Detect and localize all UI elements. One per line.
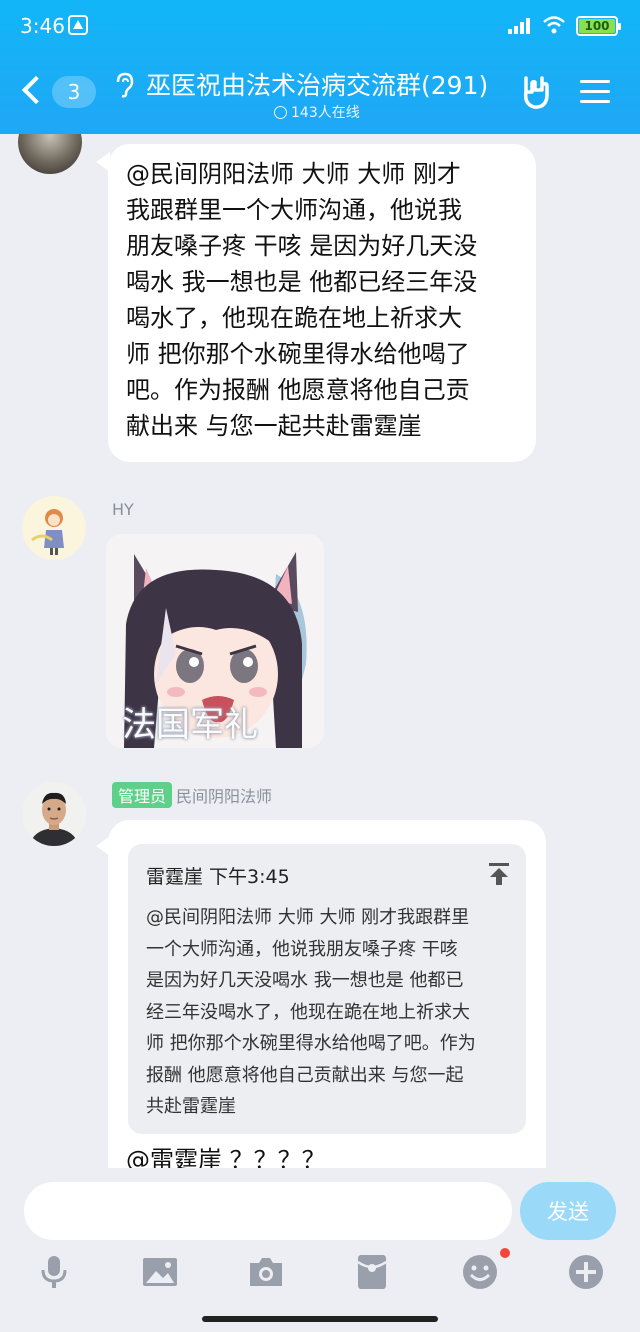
- send-button[interactable]: 发送: [520, 1182, 616, 1240]
- app-notification-icon: [68, 15, 88, 35]
- menu-icon[interactable]: [580, 78, 610, 106]
- quoted-message[interactable]: 雷霆崖 下午3:45 @民间阴阳法师 大师 大师 刚才我跟群里 一个大师沟通，他…: [128, 844, 526, 1134]
- jump-to-top-icon[interactable]: [488, 862, 510, 886]
- sticker-image[interactable]: 法国军礼: [106, 534, 324, 748]
- chat-header: 3:46 100 3 巫医祝由法术治病交流群(291) 143人在线: [0, 0, 640, 134]
- image-icon[interactable]: [140, 1252, 180, 1292]
- message-list[interactable]: @民间阴阳法师 大师 大师 刚才 我跟群里一个大师沟通，他说我 朋友嗓子疼 干咳…: [0, 134, 640, 1168]
- quote-header: 雷霆崖 下午3:45: [146, 866, 290, 888]
- message-text: @雷霆崖 ？？？？: [126, 1146, 326, 1168]
- quote-text: @民间阴阳法师 大师 大师 刚才我跟群里 一个大师沟通，他说我朋友嗓子疼 干咳 …: [146, 907, 476, 1117]
- avatar[interactable]: [22, 496, 86, 560]
- red-packet-icon[interactable]: [352, 1252, 392, 1292]
- battery-level: 100: [584, 19, 610, 33]
- sender-line: 管理员 民间阴阳法师: [112, 782, 272, 808]
- online-count-text: 143人在线: [291, 105, 360, 121]
- message-bubble[interactable]: @民间阴阳法师 大师 大师 刚才 我跟群里一个大师沟通，他说我 朋友嗓子疼 干咳…: [108, 144, 536, 462]
- message-input[interactable]: [24, 1182, 512, 1240]
- group-title: 巫医祝由法术治病交流群(291): [146, 71, 489, 100]
- plus-icon[interactable]: [566, 1252, 606, 1292]
- home-indicator[interactable]: [202, 1316, 438, 1322]
- avatar[interactable]: [22, 782, 86, 846]
- emoji-icon[interactable]: [460, 1252, 500, 1292]
- avatar[interactable]: [18, 134, 82, 174]
- avatar-figure-icon: [31, 509, 64, 555]
- avatar-photo-icon: [22, 782, 86, 846]
- notification-dot: [500, 1248, 510, 1258]
- microphone-icon[interactable]: [34, 1252, 74, 1292]
- message-bubble[interactable]: 雷霆崖 下午3:45 @民间阴阳法师 大师 大师 刚才我跟群里 一个大师沟通，他…: [108, 820, 546, 1168]
- back-button[interactable]: 3: [21, 74, 96, 114]
- admin-badge: 管理员: [112, 782, 173, 808]
- camera-icon[interactable]: [246, 1252, 286, 1292]
- sticker-caption: 法国军礼: [122, 705, 258, 745]
- clock-icon: [274, 106, 287, 119]
- sender-name: 民间阴阳法师: [176, 787, 273, 806]
- online-count: 143人在线: [274, 102, 360, 122]
- wifi-icon: [543, 16, 565, 34]
- message-text: @民间阴阳法师 大师 大师 刚才 我跟群里一个大师沟通，他说我 朋友嗓子疼 干咳…: [126, 160, 478, 440]
- ear-icon: [116, 72, 134, 98]
- status-time: 3:46: [20, 14, 65, 38]
- status-bar: 3:46 100: [0, 0, 640, 54]
- battery-icon: 100: [576, 16, 621, 36]
- signal-icon: [508, 18, 532, 34]
- chevron-left-icon: [21, 75, 51, 105]
- group-title-area[interactable]: 巫医祝由法术治病交流群(291) 143人在线: [106, 64, 506, 128]
- unread-count-badge: 3: [52, 76, 96, 108]
- hand-gesture-icon[interactable]: [520, 74, 552, 110]
- sender-name: HY: [112, 500, 134, 519]
- composer: 发送: [0, 1168, 640, 1332]
